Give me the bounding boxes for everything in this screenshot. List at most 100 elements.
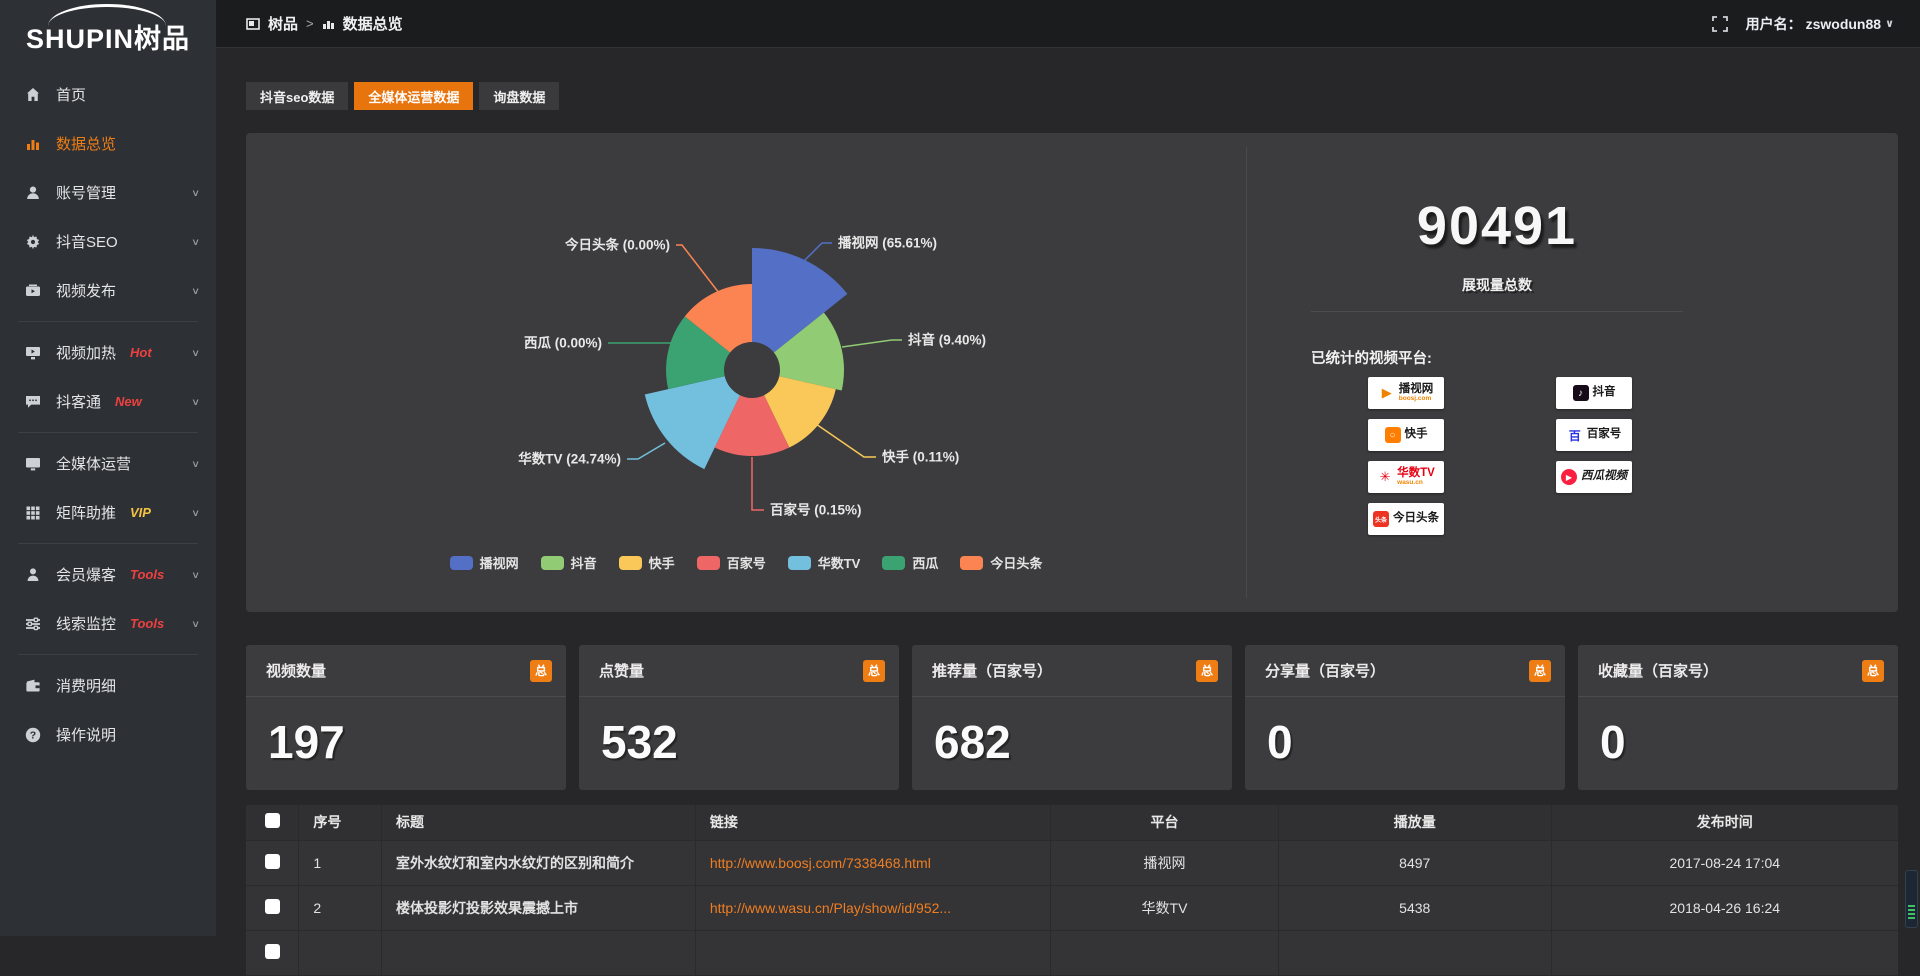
stat-card-title: 推荐量（百家号） (932, 660, 1052, 681)
logo-arc (48, 4, 166, 26)
gear-icon (24, 233, 42, 251)
sidebar-item-label: 数据总览 (56, 133, 116, 154)
sidebar-item-member-baoke[interactable]: 会员爆客Tools∨ (0, 550, 216, 599)
legend-label: 今日头条 (990, 553, 1042, 572)
sidebar-item-home[interactable]: 首页 (0, 70, 216, 119)
floating-widget[interactable] (1905, 870, 1918, 928)
toutiao-icon: 头条 (1373, 511, 1389, 527)
column-header[interactable]: 标题 (381, 805, 695, 840)
column-header[interactable]: 播放量 (1278, 805, 1551, 840)
sidebar-item-douyin-seo[interactable]: 抖音SEO∨ (0, 217, 216, 266)
table-row-partial (246, 930, 1898, 975)
stat-card-value: 197 (246, 697, 566, 769)
legend-item-播视网[interactable]: 播视网 (450, 553, 519, 572)
legend-item-快手[interactable]: 快手 (619, 553, 675, 572)
stat-card-title: 点赞量 (599, 660, 644, 681)
sidebar-divider (18, 432, 198, 433)
total-badge[interactable]: 总 (1862, 660, 1884, 682)
platform-badge-今日头条[interactable]: 头条今日头条 (1368, 503, 1444, 535)
sidebar-item-account-management[interactable]: 账号管理∨ (0, 168, 216, 217)
sidebar-item-all-media-operation[interactable]: 全媒体运营∨ (0, 439, 216, 488)
platform-badges-right: ♪抖音百百家号 ▶西瓜视频 (1556, 377, 1632, 535)
table-row: 2楼体投影灯投影效果震撼上市 http://www.wasu.cn/Play/sh… (246, 885, 1898, 930)
row-checkbox[interactable] (265, 899, 280, 914)
user-menu[interactable]: 用户名：zswodun88 ∨ (1746, 14, 1894, 34)
platform-badge-西瓜视频[interactable]: ▶西瓜视频 (1556, 461, 1632, 493)
sidebar-item-matrix-boost[interactable]: 矩阵助推VIP∨ (0, 488, 216, 537)
total-badge[interactable]: 总 (530, 660, 552, 682)
platform-badge-快手[interactable]: ○快手 (1368, 419, 1444, 451)
app-logo[interactable]: SHUPIN树品 (0, 0, 216, 62)
sidebar-item-label: 操作说明 (56, 724, 116, 745)
sidebar-item-clue-monitoring[interactable]: 线索监控Tools∨ (0, 599, 216, 648)
pie-label: 播视网 (65.61%) (838, 235, 937, 251)
chevron-down-icon: ∨ (191, 285, 200, 296)
chevron-down-icon: ∨ (191, 569, 200, 580)
person-icon (24, 566, 42, 584)
cell-plays: 5438 (1278, 885, 1551, 930)
total-badge[interactable]: 总 (1196, 660, 1218, 682)
sidebar-item-badge: Tools (130, 616, 164, 631)
pie-label: 快手 (0.11%) (882, 449, 959, 465)
platform-badge-播视网[interactable]: ▶播视网boosj.com (1368, 377, 1444, 409)
video-publish-icon (24, 282, 42, 300)
cell-title[interactable]: 楼体投影灯投影效果震撼上市 (381, 885, 695, 930)
baijiahao-icon: 百 (1567, 427, 1583, 443)
sliders-icon (24, 615, 42, 633)
total-badge[interactable]: 总 (1529, 660, 1551, 682)
cell-link[interactable]: http://www.boosj.com/7338468.html (710, 855, 1040, 871)
platform-badge-华数TV[interactable]: ✳华数TVwasu.cn (1368, 461, 1444, 493)
sidebar-item-label: 视频加热 (56, 342, 116, 363)
column-header[interactable]: 链接 (695, 805, 1050, 840)
sidebar-menu: 首页数据总览账号管理∨抖音SEO∨ 视频发布 ∨ 视频加热Hot∨抖客通New∨ 全媒体… (0, 62, 216, 759)
legend-item-华数TV[interactable]: 华数TV (788, 553, 861, 572)
stat-card-header: 推荐量（百家号） 总 (912, 645, 1232, 697)
platform-name: 快手 (1405, 429, 1428, 441)
cell-time: 2017-08-24 17:04 (1551, 840, 1898, 885)
legend-swatch (882, 556, 905, 570)
sidebar-item-video-publish[interactable]: 视频发布 ∨ (0, 266, 216, 315)
sidebar-item-data-overview[interactable]: 数据总览 (0, 119, 216, 168)
cell-index: 2 (299, 885, 382, 930)
pie-label: 今日头条 (0.00%) (565, 237, 670, 253)
tab-douyin-seo-data[interactable]: 抖音seo数据 (246, 82, 348, 110)
sidebar-item-operation-guide[interactable]: ? 操作说明 (0, 710, 216, 759)
legend-label: 抖音 (571, 553, 597, 572)
legend-swatch (788, 556, 811, 570)
legend-item-抖音[interactable]: 抖音 (541, 553, 597, 572)
column-header[interactable]: 平台 (1051, 805, 1279, 840)
row-checkbox[interactable] (265, 944, 280, 959)
legend-item-今日头条[interactable]: 今日头条 (960, 553, 1042, 572)
total-badge[interactable]: 总 (863, 660, 885, 682)
legend-item-西瓜[interactable]: 西瓜 (882, 553, 938, 572)
cell-link[interactable]: http://www.wasu.cn/Play/show/id/952... (710, 900, 1040, 916)
cell-index: 1 (299, 840, 382, 885)
legend-item-百家号[interactable]: 百家号 (697, 553, 766, 572)
sidebar-item-video-heating[interactable]: 视频加热Hot∨ (0, 328, 216, 377)
sidebar-item-label: 视频发布 (56, 280, 116, 301)
sidebar-item-consumption-details[interactable]: 消费明细 (0, 661, 216, 710)
cell-title[interactable]: 室外水纹灯和室内水纹灯的区别和简介 (381, 840, 695, 885)
sidebar-item-douketong[interactable]: 抖客通New∨ (0, 377, 216, 426)
question-icon: ? (24, 726, 42, 744)
pie-label: 抖音 (9.40%) (908, 332, 986, 348)
select-all-checkbox[interactable] (265, 813, 280, 828)
cell-plays: 8497 (1278, 840, 1551, 885)
row-checkbox[interactable] (265, 854, 280, 869)
column-header[interactable]: 序号 (299, 805, 382, 840)
sidebar-item-label: 首页 (56, 84, 86, 105)
tab-inquiry-data[interactable]: 询盘数据 (479, 82, 559, 110)
stat-card-title: 收藏量（百家号） (1598, 660, 1718, 681)
stat-card-value: 532 (579, 697, 899, 769)
column-header[interactable]: 发布时间 (1551, 805, 1898, 840)
pie-slice-华数TV[interactable] (645, 376, 740, 469)
breadcrumb-root[interactable]: 树品 (268, 13, 298, 34)
summary-panel: 90491 展现量总数 已统计的视频平台: ▶播视网boosj.com○快手✳华… (1246, 147, 1890, 598)
sidebar: SHUPIN树品 首页数据总览账号管理∨抖音SEO∨ 视频发布 ∨ 视频加热Hot∨抖… (0, 0, 216, 936)
stat-card-header: 视频数量总 (246, 645, 566, 697)
platform-badge-抖音[interactable]: ♪抖音 (1556, 377, 1632, 409)
legend-swatch (541, 556, 564, 570)
tab-all-media-operation-data[interactable]: 全媒体运营数据 (354, 82, 473, 110)
fullscreen-icon[interactable] (1712, 16, 1728, 32)
platform-badge-百家号[interactable]: 百百家号 (1556, 419, 1632, 451)
